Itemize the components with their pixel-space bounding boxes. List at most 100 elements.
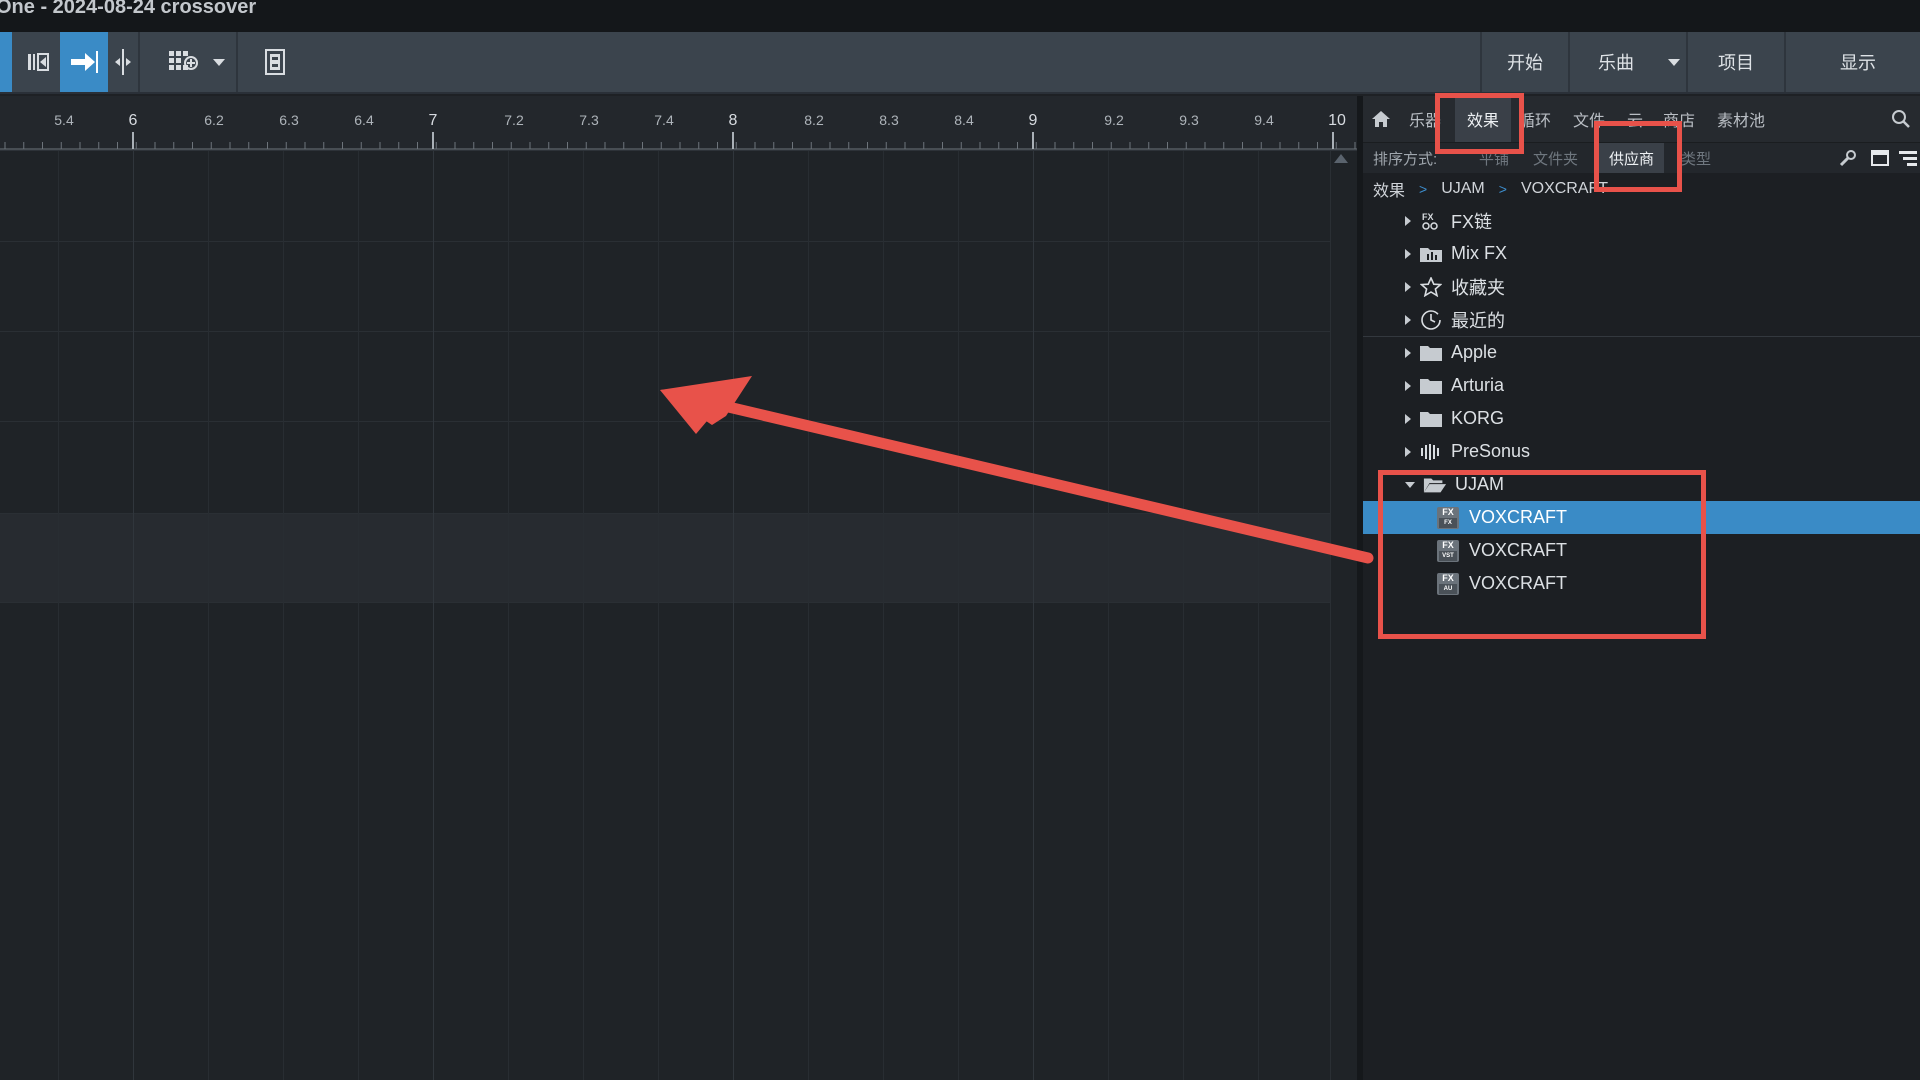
toolbar-edge-button[interactable] [0, 32, 12, 92]
list-options-icon[interactable] [1899, 143, 1920, 173]
ruler-label: 6 [128, 112, 138, 129]
expand-icon[interactable] [1405, 413, 1411, 424]
ruler-label: 5.4 [54, 112, 74, 128]
menu-song[interactable]: 乐曲 [1570, 32, 1662, 92]
tab-loops[interactable]: 循环 [1519, 96, 1551, 142]
ruler-label: 7 [428, 112, 438, 129]
ruler-label: 6.2 [204, 112, 224, 128]
tree-item-recent[interactable]: 最近的 [1363, 303, 1920, 336]
menu-show[interactable]: 显示 [1806, 32, 1910, 92]
tree-item-apple[interactable]: Apple [1363, 336, 1920, 369]
tree-item-favorites[interactable]: 收藏夹 [1363, 270, 1920, 303]
tree-label: VOXCRAFT [1469, 540, 1568, 560]
tab-pool[interactable]: 素材池 [1717, 96, 1765, 142]
ruler-label: 8.4 [954, 112, 974, 128]
snap-grid-icon[interactable] [164, 32, 204, 92]
expand-icon[interactable] [1405, 314, 1411, 325]
tab-shop[interactable]: 商店 [1663, 96, 1695, 142]
tree-label: VOXCRAFT [1469, 573, 1568, 593]
expand-icon[interactable] [1405, 380, 1411, 391]
sort-folder[interactable]: 文件夹 [1533, 143, 1578, 173]
snap-dropdown-icon[interactable] [208, 32, 230, 92]
ruler-label: 6.3 [279, 112, 299, 128]
fx-plugin-icon: FX FX [1437, 506, 1459, 529]
tab-cloud[interactable]: 云 [1627, 96, 1643, 142]
expand-icon[interactable] [1405, 248, 1411, 259]
ruler-label: 9.4 [1254, 112, 1274, 128]
tree-item-presonus[interactable]: PreSonus [1363, 435, 1920, 468]
star-icon [1419, 276, 1443, 297]
breadcrumb-voxcraft[interactable]: VOXCRAFT [1521, 180, 1608, 198]
follow-playhead-icon[interactable] [60, 32, 108, 92]
tab-instruments[interactable]: 乐器 [1409, 96, 1441, 142]
expand-icon[interactable] [1405, 446, 1411, 457]
track-grid[interactable] [0, 151, 1357, 1080]
folder-icon [1419, 343, 1443, 363]
split-tool-icon[interactable] [110, 32, 136, 92]
presonus-logo-icon [1419, 442, 1443, 462]
folder-icon [1419, 409, 1443, 429]
sort-flat[interactable]: 平铺 [1479, 143, 1509, 173]
tree-item-korg[interactable]: KORG [1363, 402, 1920, 435]
tree-item-voxcraft-fx[interactable]: FX FX VOXCRAFT [1363, 501, 1920, 534]
ruler-label: 7.4 [654, 112, 674, 128]
track-lane[interactable] [0, 513, 1330, 602]
breadcrumb-ujam[interactable]: UJAM [1441, 180, 1485, 198]
tree-label: FX链 [1451, 211, 1493, 232]
song-dropdown-icon[interactable] [1662, 32, 1686, 92]
arrange-view[interactable]: 5.4 6 6.2 6.3 6.4 7 7.2 7.3 7.4 8 8.2 8.… [0, 96, 1357, 1080]
tab-files[interactable]: 文件 [1573, 96, 1605, 142]
scroll-up-icon[interactable] [1334, 154, 1348, 163]
vertical-scrollbar[interactable] [1330, 151, 1357, 1080]
tree-item-fx-chains[interactable]: FX FX链 [1363, 204, 1920, 237]
wrench-icon[interactable] [1839, 143, 1861, 173]
tree-label: Apple [1451, 342, 1498, 362]
tree-label: UJAM [1455, 474, 1504, 494]
ruler-label: 9 [1028, 112, 1038, 129]
ruler-label: 8.2 [804, 112, 824, 128]
tree-item-voxcraft-vst[interactable]: FX VST VOXCRAFT [1363, 534, 1920, 567]
menu-project[interactable]: 项目 [1688, 32, 1784, 92]
tree-label: Mix FX [1451, 243, 1507, 263]
clock-icon [1419, 309, 1443, 330]
ruler-label: 8 [728, 112, 738, 129]
window-icon[interactable] [1871, 143, 1893, 173]
expand-icon[interactable] [1405, 215, 1411, 226]
title-bar: One - 2024-08-24 crossover [0, 0, 1920, 32]
ruler-label: 7.2 [504, 112, 524, 128]
sort-vendor[interactable]: 供应商 [1599, 143, 1665, 173]
menu-start[interactable]: 开始 [1482, 32, 1568, 92]
ruler-label: 9.2 [1104, 112, 1124, 128]
breadcrumb-sep-icon: > [1498, 181, 1507, 197]
tree-item-voxcraft-au[interactable]: FX AU VOXCRAFT [1363, 567, 1920, 600]
locate-start-icon[interactable] [16, 32, 60, 92]
expand-icon[interactable] [1405, 347, 1411, 358]
toolbar: 开始 乐曲 项目 显示 [0, 32, 1920, 94]
mix-fx-folder-icon [1419, 244, 1443, 264]
window-title: One - 2024-08-24 crossover [0, 0, 257, 18]
au-plugin-icon: FX AU [1437, 572, 1459, 595]
sort-label: 排序方式: [1373, 150, 1438, 168]
ruler-label: 6.4 [354, 112, 374, 128]
breadcrumb-effects[interactable]: 效果 [1373, 177, 1405, 201]
vst-plugin-icon: FX VST [1437, 539, 1459, 562]
tree-label: 收藏夹 [1451, 277, 1505, 298]
ruler-label: 10 [1328, 112, 1346, 129]
collapse-icon[interactable] [1405, 481, 1415, 488]
tree-item-arturia[interactable]: Arturia [1363, 369, 1920, 402]
tree-label: VOXCRAFT [1469, 507, 1568, 527]
tree-item-ujam[interactable]: UJAM [1363, 468, 1920, 501]
tree-label: Arturia [1451, 375, 1505, 395]
sort-type[interactable]: 类型 [1681, 143, 1711, 173]
home-icon[interactable] [1371, 96, 1397, 142]
tab-effects[interactable]: 效果 [1455, 96, 1512, 142]
timeline-ruler[interactable]: 5.4 6 6.2 6.3 6.4 7 7.2 7.3 7.4 8 8.2 8.… [0, 96, 1357, 151]
folder-icon [1419, 376, 1443, 396]
ruler-label: 8.3 [879, 112, 899, 128]
expand-icon[interactable] [1405, 281, 1411, 292]
video-icon[interactable] [258, 32, 292, 92]
search-icon[interactable] [1891, 96, 1915, 142]
breadcrumb-sep-icon: > [1419, 181, 1428, 197]
tree-item-mix-fx[interactable]: Mix FX [1363, 237, 1920, 270]
browser-panel: 乐器 效果 循环 文件 云 商店 素材池 排序方式: 平铺 文件夹 供应商 类型… [1363, 96, 1920, 1080]
